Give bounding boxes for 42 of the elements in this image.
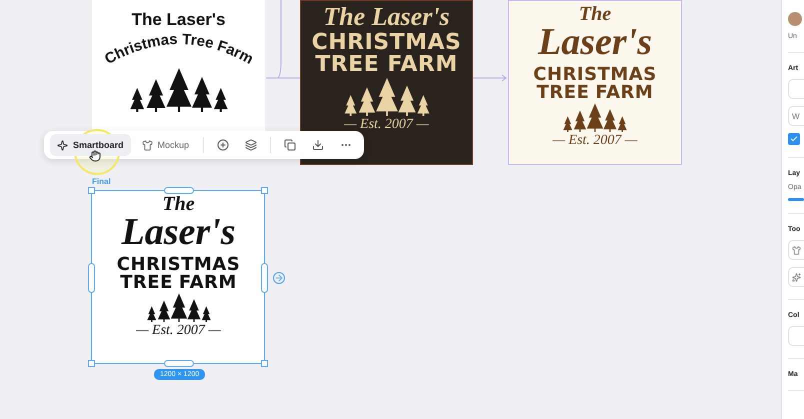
artwork-caps-text: CHRISTMAS (116, 256, 240, 274)
artwork-script-text: Laser's (538, 24, 652, 60)
sparkle-icon (792, 272, 801, 282)
resize-handle[interactable] (261, 187, 268, 194)
artwork-caps-text: FARM (595, 84, 654, 102)
avatar[interactable] (788, 12, 802, 26)
artwork-script-text: The Laser's (323, 5, 450, 30)
resize-handle[interactable] (88, 263, 95, 293)
artwork-caps-text: CHRISTMAS (533, 66, 657, 84)
checkbox[interactable] (788, 133, 800, 145)
artwork-caps-text: CHRISTMAS (312, 32, 462, 54)
artwork-card[interactable]: The Laser's CHRISTMAS TREE FARM — Est. 2007 — (300, 0, 473, 165)
artwork-script-text: Laser's (122, 214, 236, 250)
resize-handle[interactable] (164, 187, 194, 194)
established-text: — Est. 2007 — (552, 134, 638, 148)
resize-handle[interactable] (88, 187, 95, 194)
shirt-icon (142, 140, 153, 150)
shirt-icon (792, 246, 801, 254)
input-field[interactable]: W (788, 106, 804, 126)
artboard-label: Final (92, 177, 111, 186)
checkmark-icon (790, 135, 798, 143)
artwork-title: The Laser's (132, 10, 226, 30)
connector-arrow (473, 74, 508, 82)
arrow-right-icon[interactable] (273, 272, 285, 284)
artwork-caps-text: FARM (178, 274, 237, 292)
artwork-caps-text: TREE FARM (315, 54, 458, 76)
artwork-card[interactable]: The Laser's CHRISTMAS TREE FARM — Est. 2007 — (92, 191, 265, 363)
toolbar-button[interactable]: Smartboard (50, 134, 131, 156)
sparkle-icon (57, 140, 68, 150)
resize-handle[interactable] (261, 263, 268, 293)
artwork-card[interactable]: The Laser's CHRISTMAS TREE FARM — Est. 2007 — (508, 0, 682, 165)
toolbar-button[interactable]: Mockup (134, 134, 196, 156)
artwork-script-text: The (162, 195, 195, 214)
established-text: — Est. 2007 — (344, 118, 429, 132)
established-text: — Est. 2007 — (136, 324, 221, 338)
resize-handle[interactable] (261, 360, 268, 367)
artwork-caps-text: TREE (536, 84, 590, 102)
artwork-script-text: The (578, 5, 612, 24)
resize-handle[interactable] (164, 360, 194, 367)
resize-handle[interactable] (88, 360, 95, 367)
artwork-caps-text: TREE (120, 274, 173, 292)
opacity-slider[interactable] (788, 198, 804, 201)
